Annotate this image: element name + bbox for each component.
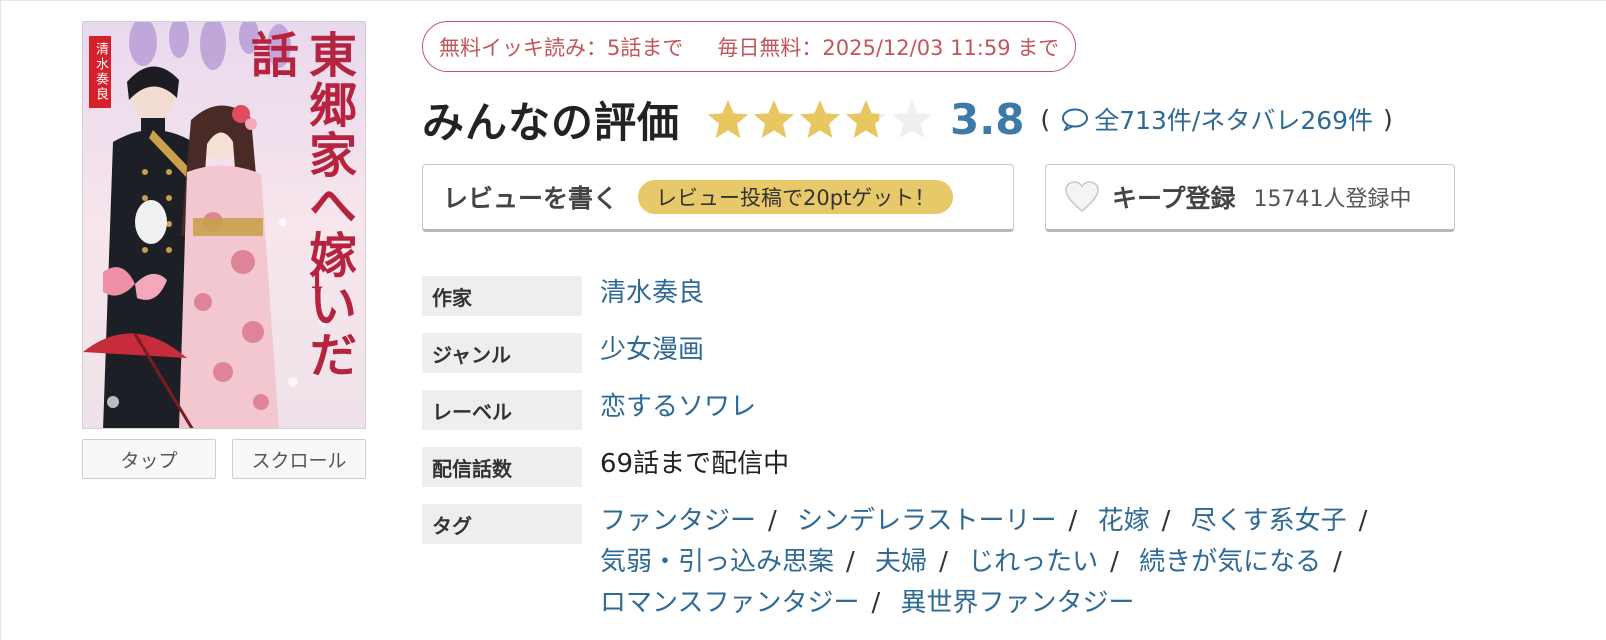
star-icon (708, 100, 749, 138)
rating-score: 3.8 (950, 94, 1025, 144)
tag-link[interactable]: 続きが気になる (1139, 547, 1321, 577)
meta-key-label: レーベル (422, 390, 582, 430)
episodes-value: 69話まで配信中 (600, 449, 790, 479)
tag-separator: / (939, 547, 948, 577)
tag-separator: / (1068, 506, 1078, 536)
star-icon (800, 100, 841, 138)
star-icon (754, 100, 795, 138)
review-count-link[interactable]: ( 全713件/ネタバレ269件 ) (1040, 101, 1392, 137)
tag-link[interactable]: 気弱・引っ込み思案 (600, 547, 834, 577)
tag-list: ファンタジー / シンデレラストーリー / 花嫁 / 尽くす系女子 / 気弱・引っ込み思… (600, 501, 1420, 624)
tag-separator: / (1161, 506, 1171, 536)
tag-separator: / (1333, 547, 1342, 577)
keep-register-button[interactable]: キープ登録 15741人登録中 (1045, 164, 1455, 232)
cover-view-mode-buttons: タップ スクロール (82, 439, 366, 479)
meta-key-episodes: 配信話数 (422, 447, 582, 487)
tag-separator: / (768, 506, 777, 536)
open-paren: ( (1040, 104, 1051, 134)
meta-row-label: レーベル 恋するソワレ (422, 387, 1422, 430)
free-reading-badge: 無料イッキ読み：5話まで 毎日無料：2025/12/03 11:59 まで (422, 21, 1077, 72)
tag-link[interactable]: 尽くす系女子 (1191, 506, 1347, 536)
review-promo-badge: レビュー投稿で20ptゲット！ (638, 180, 954, 214)
tag-link[interactable]: ロマンスファンタジー (600, 588, 859, 618)
write-review-label: レビューを書く (443, 184, 619, 213)
tag-link[interactable]: 花嫁 (1098, 506, 1150, 536)
star-icon (846, 100, 887, 138)
meta-key-author: 作家 (422, 276, 582, 316)
cover-volume-number: 1 (309, 268, 325, 294)
tag-separator: / (871, 588, 881, 618)
scroll-mode-button[interactable]: スクロール (232, 439, 366, 479)
meta-row-genre: ジャンル 少女漫画 (422, 330, 1422, 373)
tag-link[interactable]: ファンタジー (600, 506, 756, 536)
label-link[interactable]: 恋するソワレ (600, 387, 756, 428)
author-link[interactable]: 清水奏良 (600, 273, 704, 314)
free-ikki-text: 無料イッキ読み：5話まで (439, 35, 684, 60)
write-review-button[interactable]: レビューを書く レビュー投稿で20ptゲット！ (422, 164, 1014, 232)
meta-row-tags: タグ ファンタジー / シンデレラストーリー / 花嫁 / 尽くす系女子 / 気弱・引っ… (422, 501, 1422, 624)
cover-title-text: 東郷家へ嫁いだ話 (242, 30, 356, 380)
meta-row-author: 作家 清水奏良 (422, 273, 1422, 316)
meta-key-genre: ジャンル (422, 333, 582, 373)
close-paren: ) (1383, 104, 1393, 134)
tag-link[interactable]: じれったい (968, 547, 1098, 577)
cover-author-label: 清水奏良 (89, 36, 111, 108)
rating-row: みんなの評価 3.8 ( 全713件/ネタバレ269件 ) (422, 89, 1393, 149)
tag-separator: / (1358, 506, 1368, 536)
tag-link[interactable]: シンデレラストーリー (797, 506, 1056, 536)
cover-image[interactable]: 清水奏良 東郷家へ嫁いだ話 1 (82, 21, 366, 429)
tag-link[interactable]: 異世界ファンタジー (901, 588, 1135, 618)
star-icon (892, 100, 933, 138)
rating-title: みんなの評価 (422, 97, 681, 147)
keep-register-label: キープ登録 (1112, 184, 1236, 213)
tag-link[interactable]: 夫婦 (875, 547, 927, 577)
tag-separator: / (846, 547, 855, 577)
keep-count: 15741人登録中 (1253, 187, 1412, 212)
tag-separator: / (1110, 547, 1119, 577)
work-metadata-table: 作家 清水奏良 ジャンル 少女漫画 レーベル 恋するソワレ 配信話数 69話まで… (422, 273, 1422, 638)
meta-key-tags: タグ (422, 504, 582, 544)
heart-icon (1065, 181, 1099, 212)
genre-link[interactable]: 少女漫画 (600, 330, 704, 371)
speech-bubble-icon (1062, 108, 1089, 131)
review-count-text: 全713件/ネタバレ269件 (1094, 106, 1374, 135)
meta-row-episodes: 配信話数 69話まで配信中 (422, 444, 1422, 487)
tap-mode-button[interactable]: タップ (82, 439, 216, 479)
manga-detail-panel: 清水奏良 東郷家へ嫁いだ話 1 タップ スクロール 無料イッキ読み：5話まで 毎… (0, 0, 1606, 640)
star-rating (706, 98, 934, 140)
daily-free-text: 毎日無料：2025/12/03 11:59 まで (717, 35, 1060, 60)
